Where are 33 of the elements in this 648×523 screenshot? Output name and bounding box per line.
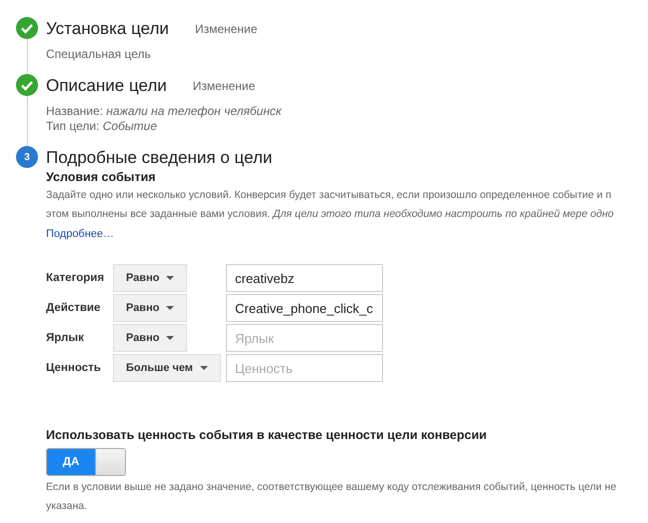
operator-dropdown[interactable]: Равно bbox=[113, 324, 188, 352]
caret-icon bbox=[166, 276, 174, 280]
step-number: 3 bbox=[16, 146, 38, 168]
edit-link[interactable]: Изменение bbox=[194, 22, 258, 36]
input-field[interactable]: Ярлык bbox=[226, 324, 383, 352]
input-field[interactable]: creativebz bbox=[226, 264, 383, 292]
check-icon bbox=[16, 74, 38, 96]
operator-dropdown[interactable]: Равно bbox=[113, 294, 188, 322]
caret-icon bbox=[166, 306, 174, 310]
step-detail: Тип цели: Событие bbox=[46, 119, 158, 134]
step-title: Установка цели bbox=[46, 19, 169, 39]
operator-dropdown[interactable]: Больше чем bbox=[113, 354, 221, 382]
condition-label: Ярлык bbox=[46, 332, 85, 344]
section-heading: Условия события bbox=[46, 170, 157, 184]
input-field[interactable]: Ценность bbox=[226, 354, 383, 382]
input-field[interactable]: Creative_phone_click_c bbox=[226, 294, 383, 322]
toggle-switch[interactable]: ДА bbox=[46, 448, 126, 476]
section-heading: Использовать ценность события в качестве ценности цели конверсии bbox=[46, 428, 488, 442]
more-link[interactable]: Подробнее… bbox=[46, 228, 114, 240]
condition-label: Действие bbox=[46, 302, 102, 314]
caret-icon bbox=[200, 366, 208, 370]
step-detail: Название: нажали на телефон челябинск bbox=[46, 104, 282, 119]
check-icon bbox=[16, 17, 38, 39]
condition-label: Ценность bbox=[46, 362, 102, 374]
description: Задайте одно или несколько условий. Конверсия будет засчитываться, если произошло определенное событие и п этом выполнены все заданные вами условия. Для цели этого типа необходимо настроить по крайней мере одно bbox=[46, 188, 615, 222]
hint-text: Если в условии выше не задано значение, соответствующее вашему коду отслеживания событий, ценность цели не указана. bbox=[46, 480, 618, 514]
step-title: Подробные сведения о цели bbox=[46, 148, 272, 168]
operator-dropdown[interactable]: Равно bbox=[113, 264, 188, 292]
condition-label: Категория bbox=[46, 272, 106, 284]
step-detail: Специальная цель bbox=[46, 47, 152, 62]
caret-icon bbox=[166, 336, 174, 340]
edit-link[interactable]: Изменение bbox=[192, 79, 256, 93]
step-title: Описание цели bbox=[46, 76, 167, 96]
